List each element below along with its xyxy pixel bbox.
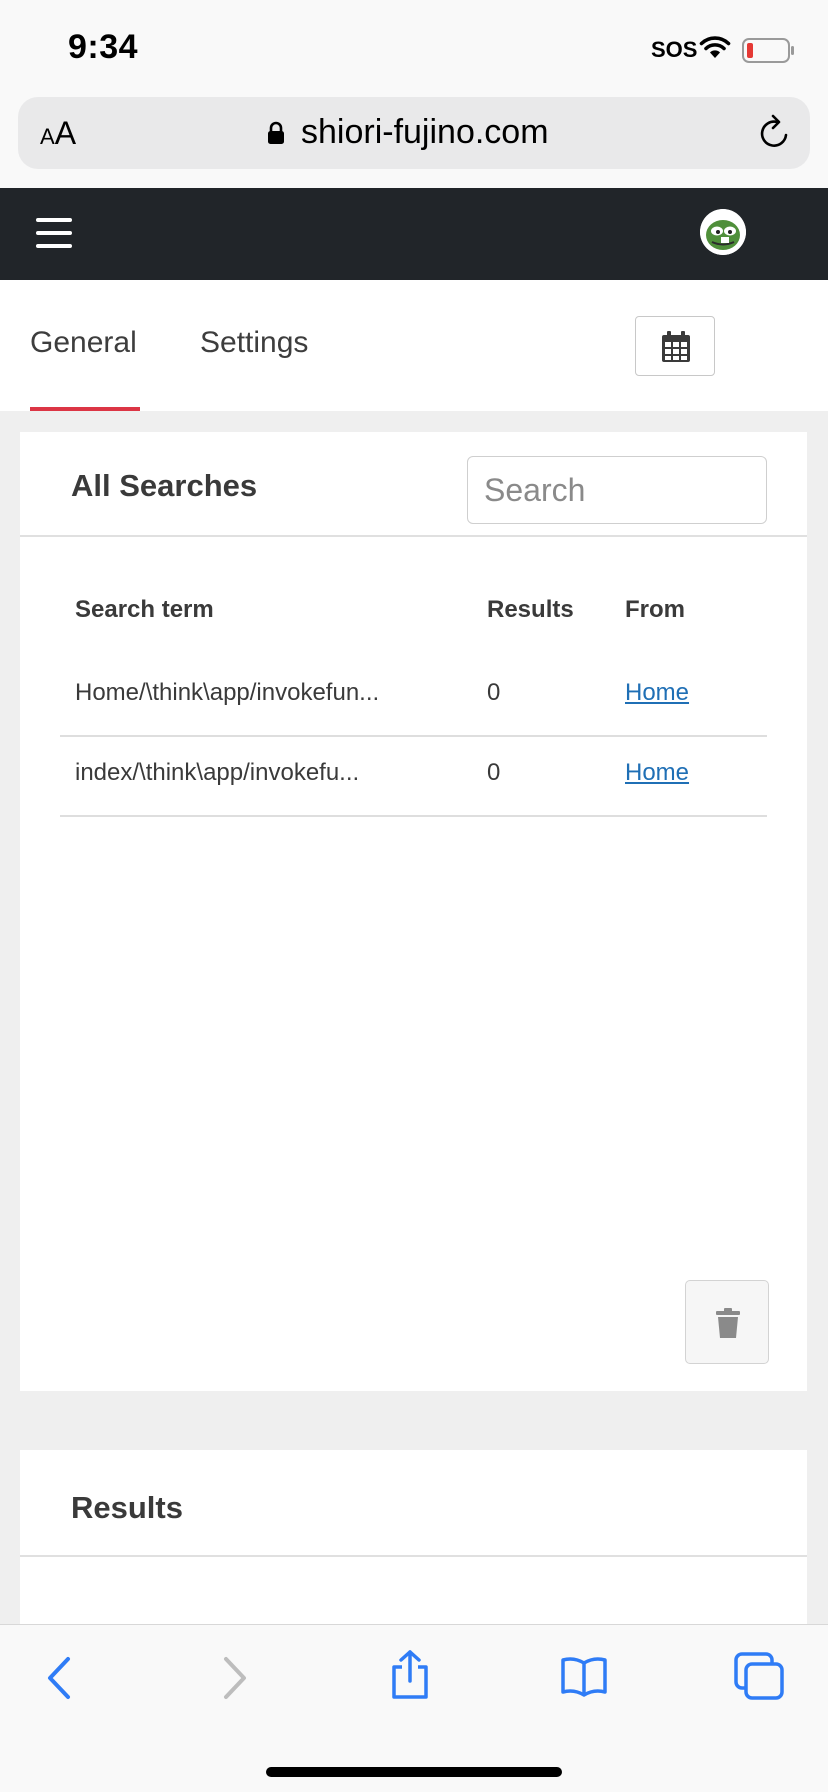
battery-icon (742, 38, 796, 69)
forward-icon[interactable] (220, 1655, 250, 1706)
column-header-results: Results (487, 596, 574, 623)
status-carrier: SOS (651, 37, 698, 62)
tabs-icon[interactable] (733, 1651, 785, 1706)
tab-general[interactable]: General (30, 326, 137, 360)
results-count-cell: 0 (487, 679, 501, 706)
card-divider (20, 535, 807, 537)
share-icon[interactable] (388, 1649, 432, 1706)
active-tab-indicator (30, 407, 140, 411)
status-time: 9:34 (68, 28, 139, 66)
table-row: index/\think\app/invokefu... 0 Home (60, 737, 767, 817)
all-searches-card: All Searches Search term Results From Ho… (20, 432, 807, 1391)
table-row: Home/\think\app/invokefun... 0 Home (60, 657, 767, 737)
hamburger-menu-icon[interactable] (36, 218, 72, 248)
column-header-term: Search term (75, 596, 214, 623)
card-title: All Searches (71, 468, 258, 503)
back-icon[interactable] (44, 1655, 74, 1706)
search-input[interactable] (467, 456, 767, 524)
wifi-icon (699, 36, 731, 65)
from-link[interactable]: Home (625, 759, 689, 787)
delete-button[interactable] (685, 1280, 769, 1364)
card-divider (20, 1555, 807, 1557)
top-navbar (0, 188, 828, 280)
tabs-bar: General Settings (0, 280, 828, 411)
status-bar: 9:34 SOS (0, 0, 828, 92)
lock-icon (267, 121, 285, 150)
browser-toolbar: AA shiori-fujino.com (0, 92, 828, 188)
home-indicator (266, 1767, 562, 1777)
tab-settings[interactable]: Settings (200, 326, 308, 360)
text-size-large-label: A (54, 115, 77, 151)
column-header-from: From (625, 596, 685, 623)
text-size-button[interactable]: AA (40, 115, 76, 152)
text-size-small-label: A (40, 124, 55, 149)
url-text: shiori-fujino.com (301, 113, 549, 151)
bookmarks-icon[interactable] (560, 1655, 608, 1702)
calendar-icon (662, 331, 690, 362)
card-title: Results (71, 1490, 183, 1525)
results-count-cell: 0 (487, 759, 501, 786)
browser-bottom-toolbar (0, 1624, 828, 1792)
reload-icon[interactable] (757, 113, 793, 156)
search-term-cell: Home/\think\app/invokefun... (75, 679, 380, 706)
avatar[interactable] (700, 209, 746, 255)
calendar-button[interactable] (635, 316, 715, 376)
results-card: Results (20, 1450, 807, 1630)
address-bar[interactable]: AA shiori-fujino.com (18, 97, 810, 169)
search-term-cell: index/\think\app/invokefu... (75, 759, 360, 786)
trash-icon (716, 1308, 740, 1338)
from-link[interactable]: Home (625, 679, 689, 707)
